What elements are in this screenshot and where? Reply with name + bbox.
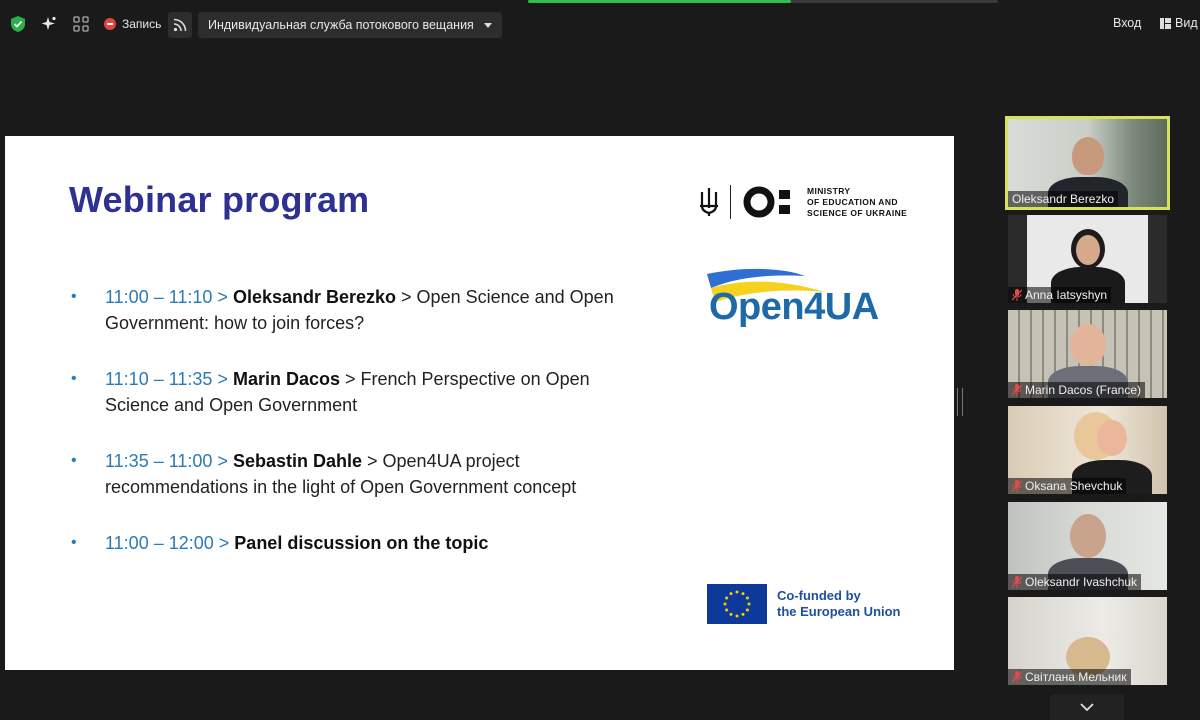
participant-tile[interactable]: Oleksandr Berezko xyxy=(1005,116,1170,210)
item-time: 11:00 – 12:00 > xyxy=(105,533,230,553)
item-speaker: Marin Dacos xyxy=(232,369,341,389)
participant-name: Світлана Мельник xyxy=(1025,670,1127,684)
participant-tile[interactable]: Anna Iatsyshyn xyxy=(1008,215,1167,303)
program-list: • 11:00 – 11:10 > Oleksandr Berezko > Op… xyxy=(63,284,633,556)
eu-line-1: Co-funded by xyxy=(777,588,861,603)
ministry-line-2: OF EDUCATION AND xyxy=(807,196,898,207)
logo-divider xyxy=(730,185,731,219)
chevron-down-icon xyxy=(483,22,492,28)
item-speaker: Oleksandr Berezko xyxy=(232,287,397,307)
slide-title: Webinar program xyxy=(69,179,370,220)
shield-check-icon[interactable] xyxy=(7,13,29,35)
ministry-line-1: MINISTRY xyxy=(807,185,851,196)
enter-label: Вход xyxy=(1113,16,1142,30)
view-button[interactable]: Вид xyxy=(1160,16,1198,30)
eu-flag-icon xyxy=(707,584,767,624)
participant-name-tag: Anna Iatsyshyn xyxy=(1008,287,1112,303)
eu-line-2: the European Union xyxy=(777,604,901,619)
record-button[interactable]: Запись xyxy=(104,14,161,34)
mic-muted-icon xyxy=(1012,480,1022,492)
bullet: • xyxy=(71,452,77,469)
open4ua-logo: Open4UA xyxy=(705,266,905,336)
participant-name-tag: Oleksandr Ivashchuk xyxy=(1008,574,1142,590)
enter-button[interactable]: Вход xyxy=(1113,16,1141,30)
shared-slide: Webinar program MINISTRY OF EDUCATION AN… xyxy=(5,136,954,670)
mic-muted-icon xyxy=(1012,576,1022,588)
streaming-service-label: Индивидуальная служба потокового вещания xyxy=(208,18,474,32)
meeting-toolbar: Запись Индивидуальная служба потокового … xyxy=(0,0,1200,48)
eu-cofunded-logo: Co-funded by the European Union xyxy=(707,584,901,624)
rss-icon xyxy=(173,18,187,32)
record-icon xyxy=(104,18,116,30)
participant-head xyxy=(1069,324,1106,366)
record-label: Запись xyxy=(122,17,162,31)
mic-muted-icon xyxy=(1012,671,1022,683)
program-item: • 11:35 – 11:00 > Sebastin Dahle > Open4… xyxy=(63,448,633,500)
mic-muted-icon xyxy=(1012,384,1022,396)
progress-fill xyxy=(528,0,792,3)
rss-button[interactable] xyxy=(168,12,192,38)
participant-name-tag: Marin Dacos (France) xyxy=(1008,382,1146,398)
ministry-name: MINISTRY OF EDUCATION AND SCIENCE OF UKR… xyxy=(807,186,907,219)
bullet: • xyxy=(71,370,77,387)
participant-tile[interactable]: Світлана Мельник xyxy=(1008,597,1167,685)
program-item: • 11:00 – 11:10 > Oleksandr Berezko > Op… xyxy=(63,284,633,336)
bullet: • xyxy=(71,534,77,551)
item-time: 11:35 – 11:00 > xyxy=(105,451,228,471)
sparkle-icon[interactable] xyxy=(38,13,60,35)
participant-head xyxy=(1069,514,1106,558)
item-speaker: Sebastin Dahle xyxy=(232,451,363,471)
participant-tile[interactable]: Marin Dacos (France) xyxy=(1008,310,1167,398)
bullet: • xyxy=(71,288,77,305)
view-label: Вид xyxy=(1175,16,1198,30)
eu-cofunded-text: Co-funded by the European Union xyxy=(777,588,901,620)
participant-head xyxy=(1075,235,1100,265)
trident-icon xyxy=(700,188,718,216)
panel-resize-handle[interactable] xyxy=(957,388,963,416)
mon-logo-icon xyxy=(743,186,790,218)
participant-name: Marin Dacos (France) xyxy=(1025,383,1142,397)
participant-name: Anna Iatsyshyn xyxy=(1025,288,1108,302)
chevron-down-icon xyxy=(1080,703,1094,711)
participant-name-tag: Oksana Shevchuk xyxy=(1008,478,1127,494)
item-speaker: Panel discussion on the topic xyxy=(234,533,489,553)
item-time: 11:00 – 11:10 > xyxy=(105,287,228,307)
item-time: 11:10 – 11:35 > xyxy=(105,369,228,389)
participant-name-tag: Світлана Мельник xyxy=(1008,669,1131,685)
participant-head xyxy=(1097,420,1127,456)
participant-tile[interactable]: Oleksandr Ivashchuk xyxy=(1008,502,1167,590)
ministry-logo: MINISTRY OF EDUCATION AND SCIENCE OF UKR… xyxy=(698,184,907,220)
scroll-down-button[interactable] xyxy=(1050,694,1124,720)
open4ua-wordmark: Open4UA xyxy=(709,286,879,328)
view-layout-icon xyxy=(1160,17,1171,29)
participant-tile[interactable]: Oksana Shevchuk xyxy=(1008,406,1167,494)
participant-name: Oleksandr Berezko xyxy=(1012,192,1115,206)
mic-muted-icon xyxy=(1012,289,1022,301)
streaming-service-dropdown[interactable]: Индивидуальная служба потокового вещания xyxy=(198,12,502,38)
participant-head xyxy=(1071,137,1104,175)
participant-name: Oleksandr Ivashchuk xyxy=(1025,575,1138,589)
program-item: • 11:00 – 12:00 > Panel discussion on th… xyxy=(63,530,633,556)
program-item: • 11:10 – 11:35 > Marin Dacos > French P… xyxy=(63,366,633,418)
grid-icon[interactable] xyxy=(70,13,92,35)
participant-name-tag: Oleksandr Berezko xyxy=(1008,191,1119,207)
ministry-line-3: SCIENCE OF UKRAINE xyxy=(807,207,908,218)
progress-bar xyxy=(528,0,998,3)
participant-name: Oksana Shevchuk xyxy=(1025,479,1123,493)
